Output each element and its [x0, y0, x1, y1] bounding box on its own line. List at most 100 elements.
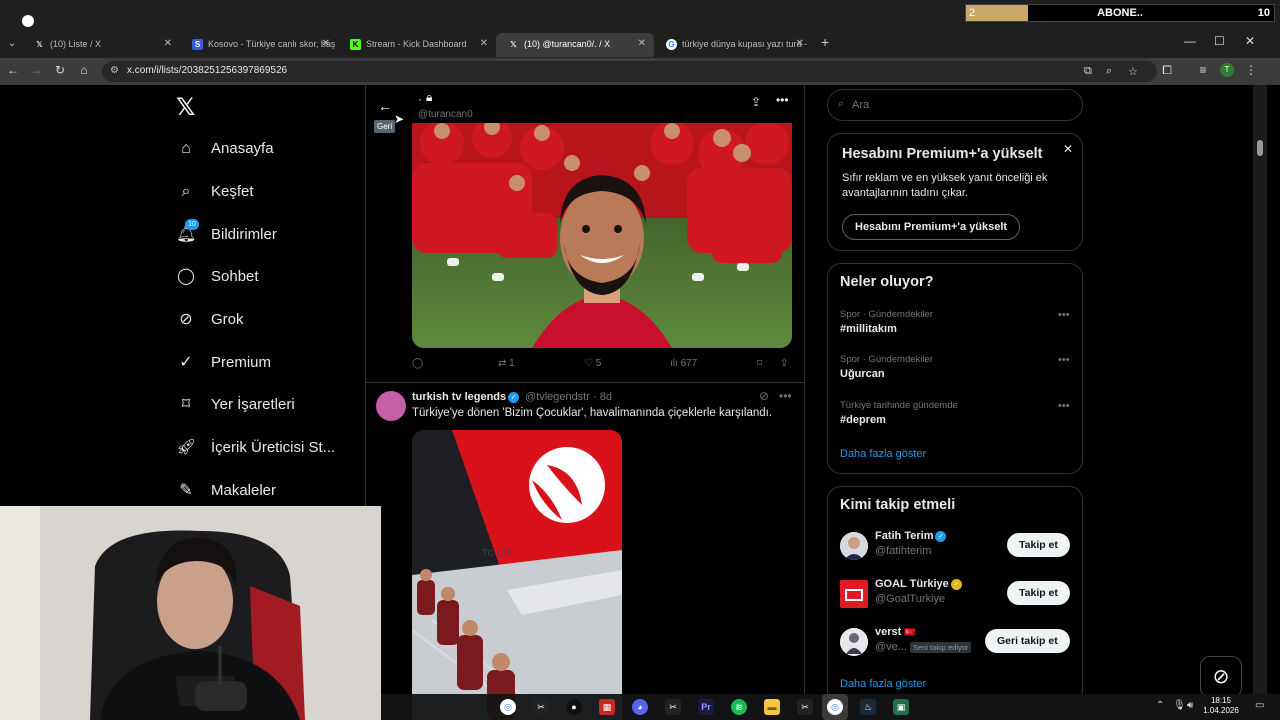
- app-taskbar-icon[interactable]: ▦: [599, 699, 615, 715]
- tab-x-list[interactable]: 𝕏 (10) Liste / X ✕: [22, 33, 180, 57]
- avatar[interactable]: [840, 532, 868, 560]
- avatar[interactable]: [840, 580, 868, 608]
- chrome-taskbar-icon[interactable]: ◎: [500, 699, 516, 715]
- trend-more-icon[interactable]: •••: [1058, 354, 1070, 366]
- avatar[interactable]: [840, 628, 868, 656]
- tab-x-profile-active[interactable]: 𝕏 (10) @turancan0/. / X ✕: [496, 33, 654, 57]
- more-options-icon[interactable]: •••: [779, 389, 792, 403]
- grok-explain-icon[interactable]: ⊘: [759, 389, 769, 403]
- share-icon[interactable]: ⇪: [751, 95, 761, 109]
- chrome-active-taskbar-icon[interactable]: ◎: [827, 699, 843, 715]
- discord-taskbar-icon[interactable]: ◕: [632, 699, 648, 715]
- tab-groups-icon[interactable]: ≡: [1195, 63, 1211, 77]
- follow-suggestion[interactable]: GOAL Türkiye ✓ @GoalTurkiye Takip et: [840, 578, 1072, 612]
- tab-search-icon[interactable]: ⌄: [4, 35, 20, 53]
- share-button[interactable]: ⇪: [780, 358, 788, 369]
- follow-button[interactable]: Takip et: [1007, 533, 1070, 557]
- bookmark-star-icon[interactable]: ☆: [1128, 65, 1138, 78]
- tab-google-search[interactable]: G türkiye dünya kupası yazı tura - ✕: [654, 33, 812, 57]
- list-owner-handle[interactable]: @turancan0: [418, 109, 473, 120]
- follow-button[interactable]: Takip et: [1007, 581, 1070, 605]
- subscriber-goal-bar: 2 ABONE.. 10: [965, 4, 1275, 22]
- steam-taskbar-icon[interactable]: ♨: [860, 699, 876, 715]
- repost-icon: ⇄: [498, 358, 507, 369]
- who-to-follow-title: Kimi takip etmeli: [840, 497, 956, 513]
- maximize-icon[interactable]: ☐: [1214, 34, 1225, 48]
- spotify-taskbar-icon[interactable]: ≋: [731, 699, 747, 715]
- repost-button[interactable]: ⇄ 1: [498, 358, 515, 369]
- tab-title: (10) Liste / X: [50, 39, 102, 49]
- tab-close-icon[interactable]: ✕: [322, 33, 330, 55]
- premiere-taskbar-icon[interactable]: Pr: [698, 699, 714, 715]
- tweet-photo-team-selfie[interactable]: [412, 123, 792, 348]
- close-window-icon[interactable]: ✕: [1245, 34, 1255, 48]
- close-icon[interactable]: ✕: [1063, 142, 1073, 156]
- suggestion-handle: @GoalTurkiye: [875, 593, 946, 605]
- search-box[interactable]: ⌕: [827, 89, 1083, 121]
- reload-icon[interactable]: ↻: [52, 63, 68, 77]
- folder-taskbar-icon[interactable]: ▬: [764, 699, 780, 715]
- search-input[interactable]: [852, 97, 1072, 113]
- trend-more-icon[interactable]: •••: [1058, 309, 1070, 321]
- grok-floating-button[interactable]: ⊘: [1200, 656, 1242, 698]
- views-button[interactable]: ılı 677: [670, 358, 697, 369]
- browser-menu-icon[interactable]: ⋮: [1243, 63, 1259, 77]
- home-button-icon[interactable]: ⌂: [76, 63, 92, 77]
- bookmark-icon: ⌑: [757, 358, 763, 369]
- new-tab-icon[interactable]: +: [821, 34, 829, 50]
- tab-close-icon[interactable]: ✕: [638, 33, 646, 55]
- scrollbar-thumb[interactable]: [1257, 140, 1263, 156]
- tweet-author-handle[interactable]: @tvlegendstr · 8d: [525, 391, 612, 403]
- upgrade-premium-button[interactable]: Hesabını Premium+'a yükselt: [842, 214, 1021, 240]
- reply-button[interactable]: ◯: [412, 358, 423, 369]
- notification-center-icon[interactable]: ▭: [1255, 700, 1264, 711]
- trend-item[interactable]: Spor · Gündemdekiler #millitakım •••: [840, 309, 1072, 341]
- tab-close-icon[interactable]: ✕: [796, 33, 804, 55]
- page-scrollbar[interactable]: [1253, 85, 1267, 720]
- trend-item[interactable]: Türkiye tarihinde gündemde #deprem •••: [840, 400, 1072, 432]
- view-count: 677: [680, 358, 698, 369]
- forward-nav-icon[interactable]: →: [28, 63, 44, 77]
- tweet-author-name[interactable]: turkish tv legends ✓: [412, 391, 520, 403]
- trend-more-icon[interactable]: •••: [1058, 400, 1070, 412]
- trend-name: #deprem: [840, 414, 886, 426]
- suggestion-handle-text: @ve...: [875, 641, 907, 653]
- tab-close-icon[interactable]: ✕: [164, 33, 172, 55]
- x-logo-icon[interactable]: 𝕏: [176, 93, 195, 122]
- profile-avatar[interactable]: T: [1220, 63, 1234, 77]
- site-info-icon[interactable]: ⚙: [110, 65, 119, 76]
- microphone-icon[interactable]: 🎙︎: [1173, 700, 1186, 711]
- capcut-taskbar-icon[interactable]: ✂: [533, 699, 549, 715]
- bookmark-button[interactable]: ⌑: [757, 358, 762, 369]
- author-name-text: turkish tv legends: [412, 391, 507, 403]
- follow-show-more-link[interactable]: Daha fazla göster: [840, 678, 926, 690]
- app-taskbar-icon[interactable]: ▣: [893, 699, 909, 715]
- tab-close-icon[interactable]: ✕: [480, 33, 488, 55]
- airport-arrival-image: TC-LTP: [412, 430, 622, 720]
- avatar[interactable]: [376, 391, 406, 421]
- follow-back-button[interactable]: Geri takip et: [985, 629, 1070, 653]
- back-nav-icon[interactable]: ←: [5, 63, 21, 77]
- tab-sofascore[interactable]: S Kosovo - Türkiye canlı skor, baş ✕: [180, 33, 338, 57]
- trends-show-more-link[interactable]: Daha fazla göster: [840, 448, 926, 460]
- follow-suggestion[interactable]: Fatih Terim ✓ @fatihterim Takip et: [840, 530, 1072, 564]
- obs-taskbar-icon[interactable]: ●: [566, 699, 582, 715]
- suggestion-name: GOAL Türkiye ✓: [875, 578, 962, 590]
- follow-suggestion[interactable]: verst 🇹🇷 @ve... Seni takip ediyor Geri ta…: [840, 626, 1072, 660]
- taskbar-clock[interactable]: 18:15 1.04.2026: [1193, 696, 1249, 716]
- tab-kick-dashboard[interactable]: K Stream - Kick Dashboard ✕: [338, 33, 496, 57]
- capcut-taskbar-icon[interactable]: ✂: [797, 699, 813, 715]
- trend-item[interactable]: Spor · Gündemdekiler Uğurcan •••: [840, 354, 1072, 386]
- address-bar[interactable]: ⚙ x.com/i/lists/2038251256397869526 ⧉ ⌕ …: [102, 61, 1157, 82]
- url-text[interactable]: x.com/i/lists/2038251256397869526: [127, 65, 287, 76]
- more-options-icon[interactable]: •••: [776, 93, 789, 107]
- like-button[interactable]: ♡ 5: [584, 358, 601, 369]
- tray-chevron-icon[interactable]: ⌃: [1156, 700, 1164, 711]
- extensions-icon[interactable]: ⧠: [1159, 63, 1175, 78]
- minimize-icon[interactable]: —: [1184, 34, 1196, 48]
- zoom-icon[interactable]: ⌕: [1106, 65, 1112, 78]
- capcut-taskbar-icon[interactable]: ✂: [665, 699, 681, 715]
- install-app-icon[interactable]: ⧉: [1084, 65, 1092, 78]
- tweet-photo-airport[interactable]: TC-LTP: [412, 430, 622, 720]
- chat-icon: ◯: [177, 268, 195, 285]
